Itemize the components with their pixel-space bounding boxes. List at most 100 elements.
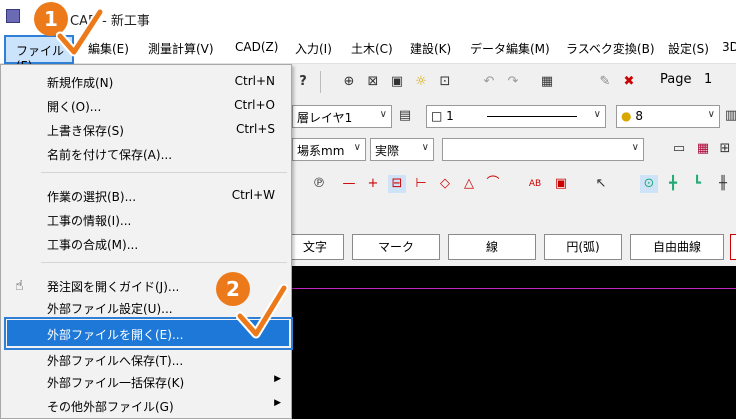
grid-icon[interactable]: ⊞: [716, 140, 734, 158]
freehand-curve-button[interactable]: 自由曲線: [630, 234, 724, 260]
hatch-icon[interactable]: ╫: [714, 175, 732, 193]
line-width-select[interactable]: ● 8 ∨: [616, 105, 720, 128]
cursor-icon[interactable]: ↖: [592, 175, 610, 193]
menu-item-save-as[interactable]: 名前を付けて保存(A)...: [1, 142, 291, 164]
menu-item-save[interactable]: 上書き保存(S) Ctrl+S: [1, 118, 291, 140]
menu-item-label: 発注図を開くガイド(J)...: [47, 280, 180, 294]
layer-settings-icon[interactable]: ▤: [396, 107, 414, 125]
menu-item-project-info[interactable]: 工事の情報(I)...: [1, 208, 291, 230]
scale-value: 実際: [375, 144, 400, 158]
line-button[interactable]: 線: [448, 234, 536, 260]
snap-edge-icon[interactable]: ┗: [688, 175, 706, 193]
line-color-value: 1: [446, 109, 454, 123]
cross-line-icon[interactable]: +: [364, 175, 382, 193]
toolbar-separator: [320, 71, 321, 93]
zoom-select-icon[interactable]: ⊡: [436, 73, 454, 91]
diamond-icon[interactable]: ◇: [436, 175, 454, 193]
arc-icon[interactable]: ⌒: [484, 175, 502, 193]
menu-construction[interactable]: 建設(K): [410, 40, 451, 57]
menu-item-save-external[interactable]: 外部ファイルへ保存(T)...: [1, 348, 291, 370]
menu-item-new[interactable]: 新規作成(N) Ctrl+N: [1, 70, 291, 92]
bulb-icon: ●: [621, 109, 632, 123]
menu-item-shortcut: Ctrl+O: [234, 98, 275, 112]
line-width-value: 8: [635, 109, 643, 123]
zoom-fit-icon[interactable]: ▣: [388, 73, 406, 91]
extra-button[interactable]: [730, 234, 736, 260]
menu-item-label: 上書き保存(S): [47, 124, 124, 138]
palette-icon[interactable]: ▦: [694, 140, 712, 158]
hand-icon: ☝: [15, 278, 24, 294]
menu-data-edit[interactable]: データ編集(M): [470, 40, 550, 57]
menu-item-label: 開く(O)...: [47, 100, 102, 114]
window-icon[interactable]: ▭: [670, 140, 688, 158]
menu-item-label: 作業の選択(B)...: [47, 190, 137, 204]
tee-icon[interactable]: ⊢: [412, 175, 430, 193]
menu-item-label: 新規作成(N): [47, 76, 114, 90]
title-bar: CAD - 新工事: [0, 0, 736, 34]
submenu-arrow-icon: ▶: [274, 374, 281, 384]
menu-item-label: その他外部ファイル(G): [47, 400, 174, 414]
chevron-down-icon: ∨: [353, 142, 361, 153]
scale-select[interactable]: 実際 ∨: [370, 138, 434, 161]
menu-item-open[interactable]: 開く(O)... Ctrl+O: [1, 94, 291, 116]
pen-icon[interactable]: ✎: [596, 73, 614, 91]
app-icon: [6, 9, 20, 23]
zoom-window-icon[interactable]: ⊠: [364, 73, 382, 91]
layer-value: 層レイヤ1: [297, 111, 353, 125]
menu-settings[interactable]: 設定(S): [668, 40, 709, 57]
unit-value: 場系mm: [297, 144, 345, 158]
menu-item-label: 外部ファイル一括保存(K): [47, 376, 185, 390]
line-color-select[interactable]: □ 1 ∨: [426, 105, 606, 128]
print-icon[interactable]: ℗: [310, 175, 328, 193]
zoom-icon[interactable]: ⊕: [340, 73, 358, 91]
menu-separator: [41, 262, 287, 263]
menu-item-batch-save-external[interactable]: 外部ファイル一括保存(K) ▶: [1, 370, 291, 392]
menu-item-label: 工事の合成(M)...: [47, 238, 139, 252]
color-icon[interactable]: ▥: [722, 107, 736, 125]
menu-cad[interactable]: CAD(Z): [235, 40, 278, 54]
menu-3d[interactable]: 3D: [722, 40, 736, 54]
menu-survey[interactable]: 測量計算(V): [148, 40, 214, 57]
line-color-icon: □: [431, 109, 443, 123]
submenu-arrow-icon: ▶: [274, 398, 281, 408]
menu-item-label: 名前を付けて保存(A)...: [47, 148, 173, 162]
menu-item-label: 外部ファイルへ保存(T)...: [47, 354, 184, 368]
delete-icon[interactable]: ✖: [620, 73, 638, 91]
menu-item-project-merge[interactable]: 工事の合成(M)...: [1, 232, 291, 254]
menu-item-select-work[interactable]: 作業の選択(B)... Ctrl+W: [1, 184, 291, 206]
checkmark-icon: [56, 8, 104, 57]
menu-raster-vector[interactable]: ラスベク変換(B): [566, 40, 655, 57]
menu-item-other-external[interactable]: その他外部ファイル(G) ▶: [1, 394, 291, 416]
triangle-icon[interactable]: △: [460, 175, 478, 193]
page-label: Page: [660, 72, 692, 87]
chevron-down-icon: ∨: [421, 142, 429, 153]
menu-civil[interactable]: 土木(C): [351, 40, 393, 57]
light-icon[interactable]: ☼: [412, 73, 430, 91]
menu-bar: 編集(E) 測量計算(V) CAD(Z) 入力(I) 土木(C) 建設(K) デ…: [0, 34, 736, 64]
empty-select[interactable]: ∨: [442, 138, 644, 161]
layer-select[interactable]: 層レイヤ1 ∨: [292, 105, 392, 128]
menu-item-shortcut: Ctrl+W: [231, 188, 275, 202]
chevron-down-icon: ∨: [379, 109, 387, 120]
help-icon[interactable]: ?: [294, 73, 312, 91]
undo-icon[interactable]: ↶: [480, 73, 498, 91]
text-button[interactable]: 文字: [286, 234, 344, 260]
menu-item-shortcut: Ctrl+S: [235, 122, 275, 136]
chevron-down-icon: ∨: [593, 109, 601, 120]
redo-icon[interactable]: ↷: [504, 73, 522, 91]
snap-point-icon[interactable]: ⊙: [640, 175, 658, 193]
line-tool-icon[interactable]: —: [340, 175, 358, 193]
snap-cross-icon[interactable]: ╋: [664, 175, 682, 193]
menu-item-shortcut: Ctrl+N: [234, 74, 275, 88]
menu-item-label: 外部ファイル設定(U)...: [47, 302, 173, 316]
mark-button[interactable]: マーク: [352, 234, 440, 260]
circle-arc-button[interactable]: 円(弧): [544, 234, 622, 260]
text-box-icon[interactable]: AB: [526, 175, 544, 193]
menu-input[interactable]: 入力(I): [295, 40, 332, 57]
box-line-icon[interactable]: ⊟: [388, 175, 406, 193]
file-menu-dropdown: 新規作成(N) Ctrl+N 開く(O)... Ctrl+O 上書き保存(S) …: [0, 64, 292, 419]
frame-icon[interactable]: ▣: [552, 175, 570, 193]
property-icon[interactable]: ▦: [538, 73, 556, 91]
menu-item-label: 工事の情報(I)...: [47, 214, 132, 228]
unit-select[interactable]: 場系mm ∨: [292, 138, 366, 161]
